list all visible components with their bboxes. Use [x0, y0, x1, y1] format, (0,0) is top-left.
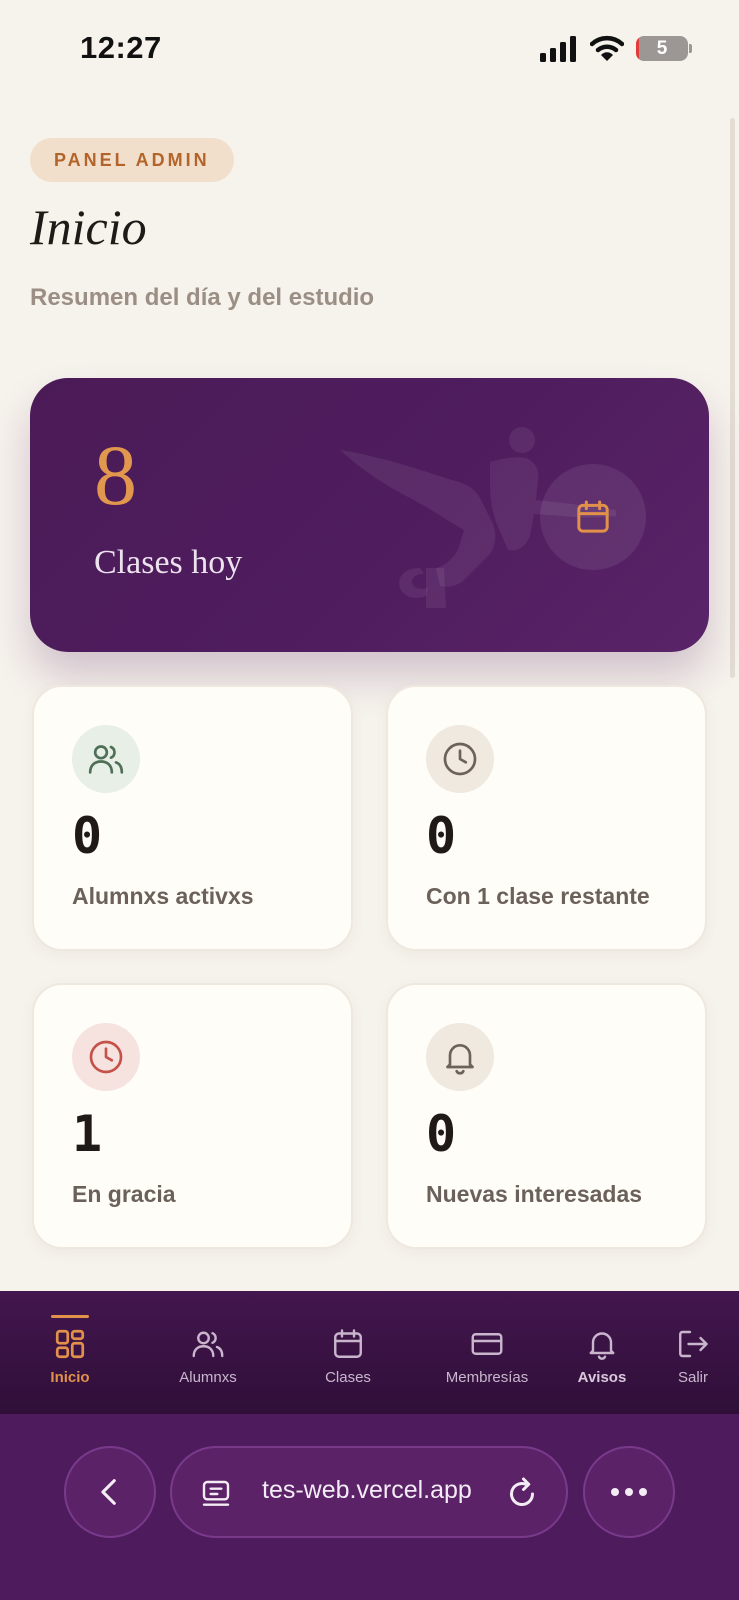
stat-value: 1: [72, 1105, 103, 1163]
grid-icon: [55, 1329, 85, 1359]
nav-item-inicio[interactable]: Inicio: [44, 1291, 96, 1414]
classes-today-label: Clases hoy: [94, 544, 243, 581]
scrollbar[interactable]: [730, 118, 735, 678]
calendar-icon-badge: [540, 464, 646, 570]
stat-icon-badge: [72, 725, 140, 793]
nav-icon: [674, 1325, 712, 1363]
browser-back-button[interactable]: [64, 1446, 156, 1538]
nav-icon: [583, 1325, 621, 1363]
stat-value: 0: [72, 807, 103, 865]
page-subtitle: Resumen del día y del estudio: [30, 284, 375, 311]
users-icon: [192, 1331, 224, 1358]
wifi-icon: [590, 35, 624, 61]
stat-card-new-leads[interactable]: 0 Nuevas interesadas: [386, 983, 707, 1249]
stat-icon-badge: [426, 725, 494, 793]
stat-icon-badge: [426, 1023, 494, 1091]
nav-icon: [329, 1325, 367, 1363]
address-bar[interactable]: tes-web.vercel.app: [170, 1446, 568, 1538]
stat-label: Nuevas interesadas: [426, 1181, 643, 1207]
stat-value: 0: [426, 1105, 457, 1163]
users-icon: [88, 745, 124, 774]
address-bar-url: tes-web.vercel.app: [262, 1476, 472, 1504]
stat-icon-badge: [72, 1023, 140, 1091]
status-bar: 12:27 5: [0, 0, 739, 100]
nav-label: Alumnxs: [179, 1369, 237, 1386]
classes-today-card[interactable]: 8 Clases hoy: [30, 378, 709, 652]
nav-label: Membresías: [445, 1369, 529, 1386]
nav-item-salir[interactable]: Salir: [672, 1291, 714, 1414]
reader-icon[interactable]: [200, 1478, 232, 1510]
stat-card-grace[interactable]: 1 En gracia: [32, 983, 353, 1249]
clock-icon: [89, 1040, 123, 1074]
signal-icon: [540, 36, 576, 62]
calendar-icon: [577, 500, 609, 533]
bell-icon: [589, 1332, 615, 1360]
more-icon: [611, 1488, 647, 1496]
page-title: Inicio: [30, 199, 147, 255]
nav-label: Clases: [325, 1369, 371, 1386]
nav-item-clases[interactable]: Clases: [312, 1291, 384, 1414]
stat-card-active-students[interactable]: 0 Alumnxs activxs: [32, 685, 353, 951]
nav-icon: [189, 1325, 227, 1363]
logout-icon: [679, 1330, 708, 1358]
reload-icon[interactable]: [504, 1476, 540, 1512]
stat-label: En gracia: [72, 1181, 176, 1207]
classes-today-value: 8: [94, 427, 137, 523]
bell-icon: [446, 1044, 474, 1075]
nav-icon: [468, 1325, 506, 1363]
clock-icon: [443, 742, 477, 776]
nav-label: Salir: [677, 1369, 708, 1386]
card-icon: [471, 1333, 503, 1355]
battery-nub: [689, 44, 692, 53]
nav-label: Avisos: [577, 1369, 627, 1386]
nav-icon: [51, 1325, 89, 1363]
nav-item-avisos[interactable]: Avisos: [574, 1291, 630, 1414]
stat-label: Con 1 clase restante: [426, 883, 650, 909]
stat-label: Alumnxs activxs: [72, 883, 254, 909]
nav-active-indicator: [51, 1315, 89, 1318]
browser-more-button[interactable]: [583, 1446, 675, 1538]
nav-item-alumnxs[interactable]: Alumnxs: [168, 1291, 248, 1414]
panel-badge: PANEL ADMIN: [30, 138, 234, 182]
stat-card-one-class-left[interactable]: 0 Con 1 clase restante: [386, 685, 707, 951]
chevron-left-icon: [101, 1479, 116, 1505]
stat-value: 0: [426, 807, 457, 865]
battery-level: 5: [656, 37, 668, 59]
browser-toolbar: tes-web.vercel.app: [0, 1414, 739, 1600]
calendar-icon: [334, 1329, 362, 1358]
battery-icon: 5: [636, 36, 688, 61]
nav-label: Inicio: [50, 1369, 90, 1386]
bottom-nav: Inicio Alumnxs Clases Membresías Avisos …: [0, 1291, 739, 1414]
status-time: 12:27: [80, 30, 162, 65]
nav-item-membresias[interactable]: Membresías: [440, 1291, 534, 1414]
